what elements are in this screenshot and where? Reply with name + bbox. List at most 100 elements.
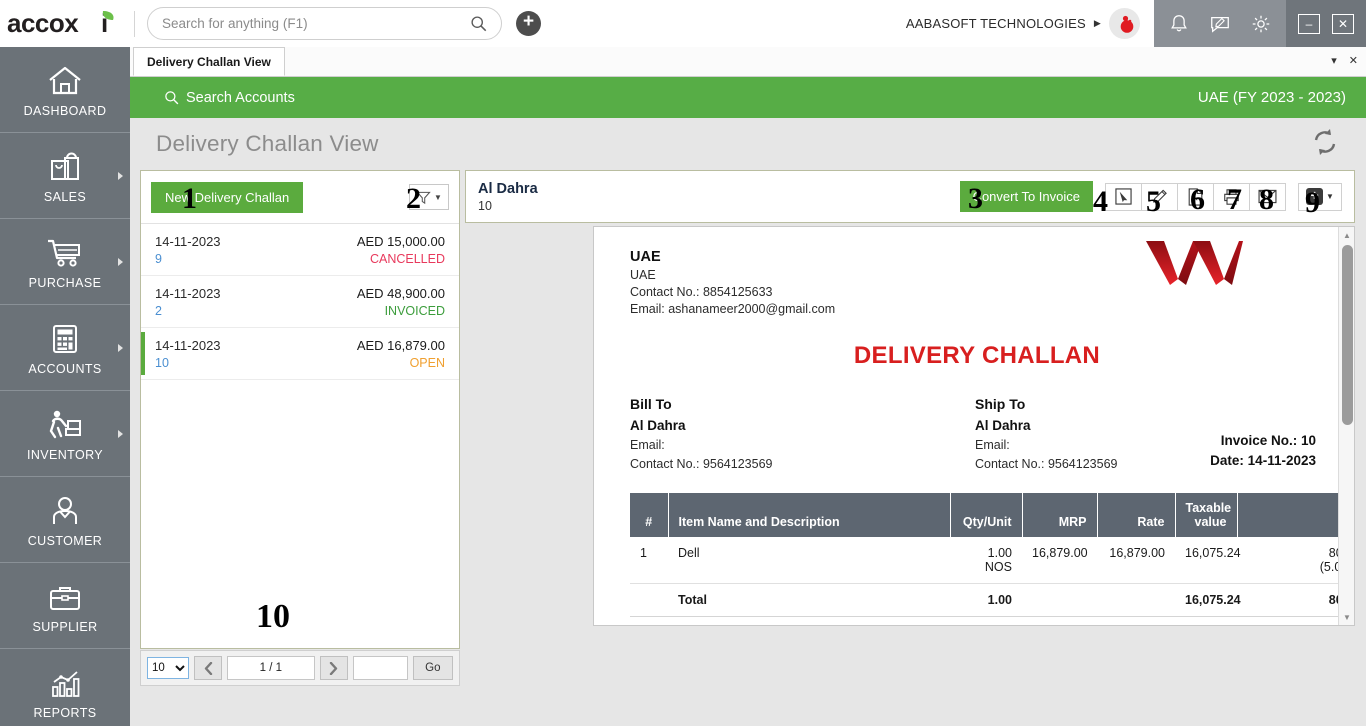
table-header-row: # Item Name and Description Qty/Unit MRP…	[630, 493, 1355, 537]
page-size-select[interactable]: 10	[147, 657, 189, 679]
quick-add-button[interactable]: +	[516, 11, 541, 36]
more-actions-button[interactable]: + ▼	[1298, 183, 1342, 211]
challan-amount: AED 16,879.00	[357, 338, 445, 353]
sidebar-item-inventory[interactable]: INVENTORY	[0, 391, 130, 477]
scrollbar-thumb[interactable]	[1342, 245, 1353, 425]
doc-company-email: Email: ashanameer2000@gmail.com	[630, 302, 1324, 316]
sidebar-item-label: INVENTORY	[27, 448, 103, 462]
email-button[interactable]	[1249, 183, 1286, 211]
refresh-icon[interactable]	[1310, 127, 1340, 162]
briefcase-icon	[48, 577, 82, 613]
scroll-up-button[interactable]: ▲	[1339, 227, 1355, 243]
tab-delivery-challan-view[interactable]: Delivery Challan View	[133, 47, 285, 76]
goto-page-input[interactable]	[353, 656, 408, 680]
customer-block: Al Dahra 10	[478, 181, 538, 213]
cell-qty: 1.00 NOS	[950, 537, 1022, 584]
chevron-left-icon	[203, 662, 214, 675]
sidebar-item-sales[interactable]: SALES	[0, 133, 130, 219]
chevron-down-icon: ▼	[434, 193, 442, 202]
list-item[interactable]: 14-11-2023 AED 16,879.00 10 OPEN	[141, 328, 459, 380]
status-badge: INVOICED	[385, 304, 445, 318]
total-rate	[1097, 584, 1175, 617]
top-bar-right: AABASOFT TECHNOLOGIES ▶	[906, 0, 1366, 47]
list-item[interactable]: 14-11-2023 AED 48,900.00 2 INVOICED	[141, 276, 459, 328]
cell-rate: 16,879.00	[1097, 537, 1175, 584]
sidebar-item-label: SUPPLIER	[32, 620, 97, 634]
invoice-date: Date: 14-11-2023	[1210, 451, 1316, 471]
sidebar-item-dashboard[interactable]: DASHBOARD	[0, 47, 130, 133]
message-icon[interactable]	[1209, 13, 1231, 35]
list-item[interactable]: 14-11-2023 AED 15,000.00 9 CANCELLED	[141, 224, 459, 276]
bill-to-email: Email:	[630, 438, 975, 452]
addresses-block: Bill To Al Dahra Email: Contact No.: 956…	[630, 396, 1324, 471]
global-search[interactable]	[147, 7, 502, 40]
page-header: Delivery Challan View	[130, 118, 1366, 170]
status-badge: OPEN	[410, 356, 445, 370]
tab-list-dropdown-icon[interactable]: ▾	[1331, 54, 1337, 67]
gear-icon[interactable]	[1250, 13, 1272, 35]
line-items-table: # Item Name and Description Qty/Unit MRP…	[630, 493, 1355, 617]
audit-trail-button[interactable]	[1105, 183, 1142, 211]
sidebar: DASHBOARD SALES	[0, 47, 130, 726]
filter-button[interactable]: ▼	[409, 184, 449, 210]
scroll-down-button[interactable]: ▼	[1339, 609, 1355, 625]
col-mrp: MRP	[1022, 493, 1097, 537]
challan-date: 14-11-2023	[155, 234, 221, 249]
go-button[interactable]: Go	[413, 656, 453, 680]
total-mrp	[1022, 584, 1097, 617]
cell-mrp: 16,879.00	[1022, 537, 1097, 584]
bill-to-contact: Contact No.: 9564123569	[630, 457, 975, 471]
minimize-button[interactable]: –	[1298, 14, 1320, 34]
avatar[interactable]	[1109, 8, 1140, 39]
sidebar-item-label: SALES	[44, 190, 86, 204]
sidebar-item-accounts[interactable]: ACCOUNTS	[0, 305, 130, 391]
header-icon-group	[1154, 0, 1286, 47]
pdf-icon	[1187, 188, 1204, 206]
tab-close-icon[interactable]: ✕	[1349, 54, 1358, 67]
new-delivery-challan-button[interactable]: New Delivery Challan	[151, 182, 303, 213]
company-selector[interactable]: AABASOFT TECHNOLOGIES ▶	[906, 16, 1109, 31]
page-info: 1 / 1	[227, 656, 314, 680]
application-window: accox i + AABASOFT TECHNOLOGIES ▶	[0, 0, 1366, 726]
document-action-header: Al Dahra 10 Convert To Invoice	[465, 170, 1355, 223]
document-number: 10	[478, 199, 538, 213]
convert-to-invoice-button[interactable]: Convert To Invoice	[960, 181, 1093, 212]
home-icon	[47, 61, 83, 97]
tab-strip: Delivery Challan View ▾ ✕	[130, 47, 1366, 77]
shopping-bag-icon	[48, 147, 82, 183]
chevron-right-icon	[118, 172, 123, 180]
fiscal-year-label: UAE (FY 2023 - 2023)	[1198, 89, 1346, 106]
search-input[interactable]	[162, 16, 470, 31]
printer-icon	[1222, 188, 1241, 206]
calculator-icon	[49, 319, 81, 355]
challan-amount: AED 48,900.00	[357, 286, 445, 301]
close-button[interactable]: ✕	[1332, 14, 1354, 34]
next-page-button[interactable]	[320, 656, 348, 680]
ship-to-heading: Ship To	[975, 396, 1320, 412]
avatar-drop-icon	[1114, 13, 1136, 35]
sidebar-item-reports[interactable]: REPORTS	[0, 649, 130, 726]
qty-unit: NOS	[960, 560, 1012, 574]
col-rate: Rate	[1097, 493, 1175, 537]
prev-page-button[interactable]	[194, 656, 222, 680]
print-button[interactable]	[1213, 183, 1250, 211]
chevron-right-icon	[118, 258, 123, 266]
document-scrollbar[interactable]: ▲ ▼	[1338, 227, 1354, 625]
green-action-bar: Search Accounts UAE (FY 2023 - 2023)	[130, 77, 1366, 118]
sidebar-item-purchase[interactable]: PURCHASE	[0, 219, 130, 305]
search-accounts-button[interactable]: Search Accounts	[164, 90, 295, 106]
svg-text:accox: accox	[7, 9, 79, 38]
total-taxable: 16,075.24	[1175, 584, 1237, 617]
bill-to-heading: Bill To	[630, 396, 975, 412]
tab-controls: ▾ ✕	[1331, 54, 1358, 67]
edit-button[interactable]	[1141, 183, 1178, 211]
total-label: Total	[668, 584, 950, 617]
challan-number: 2	[155, 304, 162, 318]
bell-icon[interactable]	[1168, 13, 1190, 35]
document-title: DELIVERY CHALLAN	[630, 342, 1324, 370]
total-qty: 1.00	[950, 584, 1022, 617]
sidebar-item-label: REPORTS	[34, 706, 97, 720]
export-pdf-button[interactable]	[1177, 183, 1214, 211]
sidebar-item-supplier[interactable]: SUPPLIER	[0, 563, 130, 649]
sidebar-item-customer[interactable]: CUSTOMER	[0, 477, 130, 563]
